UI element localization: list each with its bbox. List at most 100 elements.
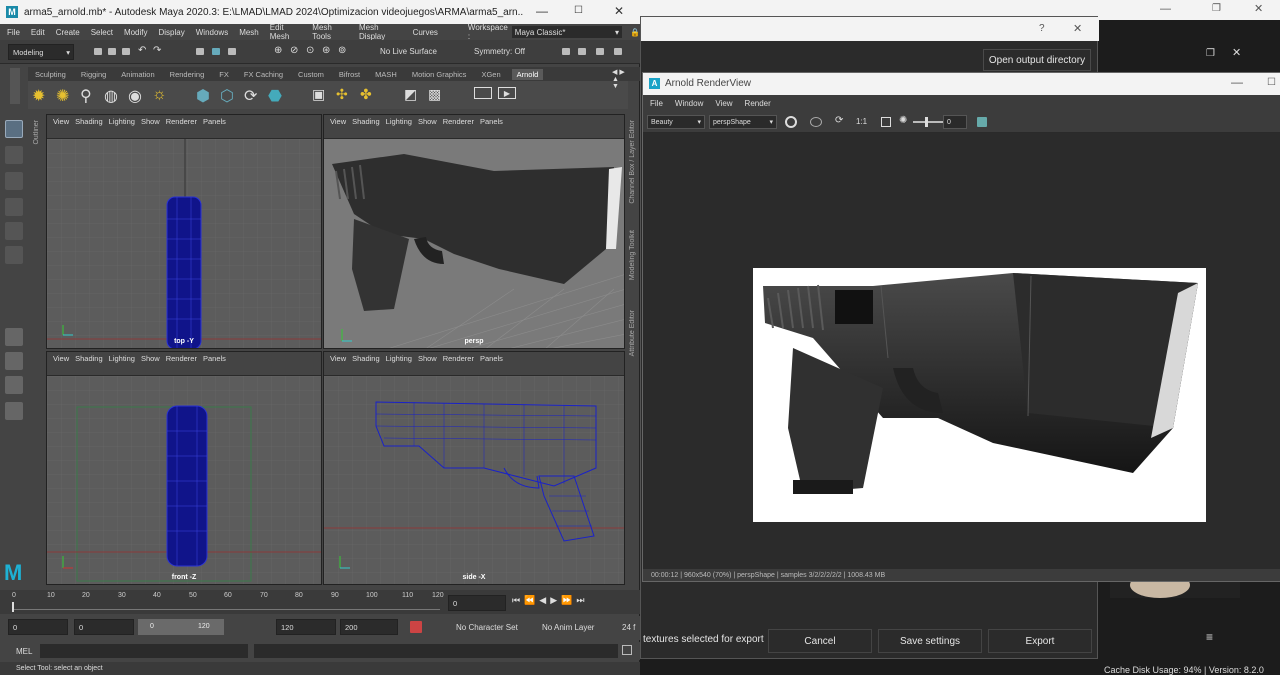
viewport-side[interactable]: View Shading Lighting Show Renderer Pane… bbox=[323, 351, 625, 585]
save-settings-button[interactable]: Save settings bbox=[878, 629, 982, 653]
snap-surface-icon[interactable]: ⊚ bbox=[338, 45, 346, 56]
restore-icon[interactable]: ❐ bbox=[1212, 3, 1221, 14]
script-editor-icon[interactable] bbox=[622, 645, 632, 655]
close-icon[interactable]: ✕ bbox=[1254, 2, 1263, 15]
photometric-light-icon[interactable]: ◍ bbox=[104, 86, 118, 106]
menu-mesh-display[interactable]: Mesh Display bbox=[359, 23, 402, 41]
mesh-light-icon[interactable]: ⚲ bbox=[80, 86, 92, 106]
close-icon[interactable]: ✕ bbox=[614, 4, 624, 18]
vp-menu-shading[interactable]: Shading bbox=[75, 117, 103, 126]
close-icon[interactable]: ✕ bbox=[1232, 46, 1241, 59]
vp-menu-shading[interactable]: Shading bbox=[352, 117, 380, 126]
refresh-icon[interactable]: ⟳ bbox=[835, 115, 843, 126]
menuset-dropdown[interactable]: Modeling ▾ bbox=[8, 44, 74, 60]
shelf-tab-arnold[interactable]: Arnold bbox=[511, 68, 544, 80]
area-light-icon[interactable]: ✹ bbox=[32, 86, 45, 106]
vp-menu-lighting[interactable]: Lighting bbox=[386, 117, 412, 126]
exposure-field[interactable]: 0 bbox=[943, 115, 967, 129]
new-scene-icon[interactable] bbox=[94, 48, 102, 55]
ipr-icon[interactable] bbox=[810, 117, 822, 127]
vp-menu-lighting[interactable]: Lighting bbox=[109, 354, 135, 363]
vp-menu-show[interactable]: Show bbox=[141, 117, 160, 126]
vp-menu-panels[interactable]: Panels bbox=[203, 117, 226, 126]
export-button[interactable]: Export bbox=[988, 629, 1092, 653]
render-frame-icon[interactable] bbox=[578, 48, 586, 55]
shelf-tab-fx[interactable]: FX bbox=[219, 70, 229, 79]
select-hierarchy-icon[interactable] bbox=[196, 48, 204, 55]
ipr-render-icon[interactable] bbox=[596, 48, 604, 55]
tx-manager-icon[interactable]: ▣ bbox=[312, 86, 325, 103]
vp-menu-renderer[interactable]: Renderer bbox=[443, 354, 474, 363]
vp-menu-panels[interactable]: Panels bbox=[480, 117, 503, 126]
shelf-tab-motion-graphics[interactable]: Motion Graphics bbox=[412, 70, 467, 79]
end-time-field[interactable]: 200 bbox=[340, 619, 398, 635]
open-scene-icon[interactable] bbox=[108, 48, 116, 55]
workspace-dropdown[interactable]: Maya Classic* ▾ bbox=[511, 26, 623, 38]
vp-menu-panels[interactable]: Panels bbox=[203, 354, 226, 363]
shelf-tab-xgen[interactable]: XGen bbox=[481, 70, 500, 79]
anim-layer-dropdown[interactable]: No Anim Layer bbox=[542, 623, 594, 632]
viewport-iconbar[interactable] bbox=[47, 364, 321, 376]
cancel-button[interactable]: Cancel bbox=[768, 629, 872, 653]
outliner-layout-icon[interactable] bbox=[5, 402, 23, 420]
menu-edit-mesh[interactable]: Edit Mesh bbox=[270, 23, 302, 41]
close-icon[interactable]: ✕ bbox=[1073, 22, 1082, 35]
menu-file[interactable]: File bbox=[7, 28, 20, 37]
undo-icon[interactable]: ↶ bbox=[138, 45, 146, 56]
playback-controls[interactable]: ⏮⏪◀▶⏩⏭ bbox=[512, 595, 588, 606]
mel-label[interactable]: MEL bbox=[16, 647, 32, 656]
redo-icon[interactable]: ↷ bbox=[153, 45, 161, 56]
menu-view[interactable]: View bbox=[715, 99, 732, 108]
viewport-iconbar[interactable] bbox=[47, 127, 321, 139]
move-tool-icon[interactable] bbox=[5, 198, 23, 216]
minimize-icon[interactable]: — bbox=[536, 4, 548, 18]
snap-grid-icon[interactable]: ⊕ bbox=[274, 45, 282, 56]
vp-menu-show[interactable]: Show bbox=[418, 354, 437, 363]
shelf-options-icon[interactable] bbox=[10, 68, 20, 104]
vp-menu-renderer[interactable]: Renderer bbox=[443, 117, 474, 126]
open-output-directory-button[interactable]: Open output directory bbox=[983, 49, 1091, 71]
shelf-tab-custom[interactable]: Custom bbox=[298, 70, 324, 79]
vp-menu-shading[interactable]: Shading bbox=[352, 354, 380, 363]
hypershade-icon[interactable] bbox=[614, 48, 622, 55]
vp-menu-view[interactable]: View bbox=[330, 117, 346, 126]
menu-display[interactable]: Display bbox=[159, 28, 185, 37]
viewport-persp[interactable]: View Shading Lighting Show Renderer Pane… bbox=[323, 114, 625, 349]
vp-menu-renderer[interactable]: Renderer bbox=[166, 117, 197, 126]
vp-menu-renderer[interactable]: Renderer bbox=[166, 354, 197, 363]
vp-menu-view[interactable]: View bbox=[53, 117, 69, 126]
shelf-tab-rendering[interactable]: Rendering bbox=[170, 70, 205, 79]
outliner-side-tab[interactable]: Outliner bbox=[33, 120, 40, 145]
camera-dropdown[interactable]: perspShape ▾ bbox=[709, 115, 777, 129]
fps-dropdown[interactable]: 24 f bbox=[622, 623, 635, 632]
render-sequence-icon[interactable]: ▩ bbox=[428, 86, 441, 103]
menu-file[interactable]: File bbox=[650, 99, 663, 108]
snap-point-icon[interactable]: ⊙ bbox=[306, 45, 314, 56]
vp-menu-show[interactable]: Show bbox=[141, 354, 160, 363]
shelf-tab-mash[interactable]: MASH bbox=[375, 70, 397, 79]
playblast-icon[interactable]: ▶ bbox=[498, 87, 516, 99]
vp-menu-lighting[interactable]: Lighting bbox=[386, 354, 412, 363]
four-layout-icon[interactable] bbox=[5, 352, 23, 370]
shelf-tab-bifrost[interactable]: Bifrost bbox=[339, 70, 360, 79]
snapshot-icon[interactable] bbox=[977, 117, 987, 127]
modeling-toolkit-side-tab[interactable]: Modeling Toolkit bbox=[629, 230, 636, 280]
shader-manager-icon[interactable]: ✤ bbox=[360, 86, 372, 103]
viewport-iconbar[interactable] bbox=[324, 127, 624, 139]
mel-input[interactable] bbox=[40, 644, 248, 658]
minimize-icon[interactable]: — bbox=[1160, 3, 1171, 15]
menu-windows[interactable]: Windows bbox=[196, 28, 228, 37]
crop-region-icon[interactable] bbox=[881, 117, 891, 127]
operator-icon[interactable]: ⬣ bbox=[268, 86, 282, 106]
viewport-front[interactable]: View Shading Lighting Show Renderer Pane… bbox=[46, 351, 322, 585]
aov-dropdown[interactable]: Beauty ▾ bbox=[647, 115, 705, 129]
two-layout-icon[interactable] bbox=[5, 376, 23, 394]
viewport-top[interactable]: View Shading Lighting Show Renderer Pane… bbox=[46, 114, 322, 349]
list-icon[interactable]: ≡ bbox=[1206, 630, 1213, 644]
render-settings-icon[interactable] bbox=[562, 48, 570, 55]
menu-mesh-tools[interactable]: Mesh Tools bbox=[312, 23, 348, 41]
character-set-dropdown[interactable]: No Character Set bbox=[456, 623, 518, 632]
menu-edit[interactable]: Edit bbox=[31, 28, 45, 37]
ratio-label[interactable]: 1:1 bbox=[856, 117, 867, 126]
vp-menu-view[interactable]: View bbox=[330, 354, 346, 363]
